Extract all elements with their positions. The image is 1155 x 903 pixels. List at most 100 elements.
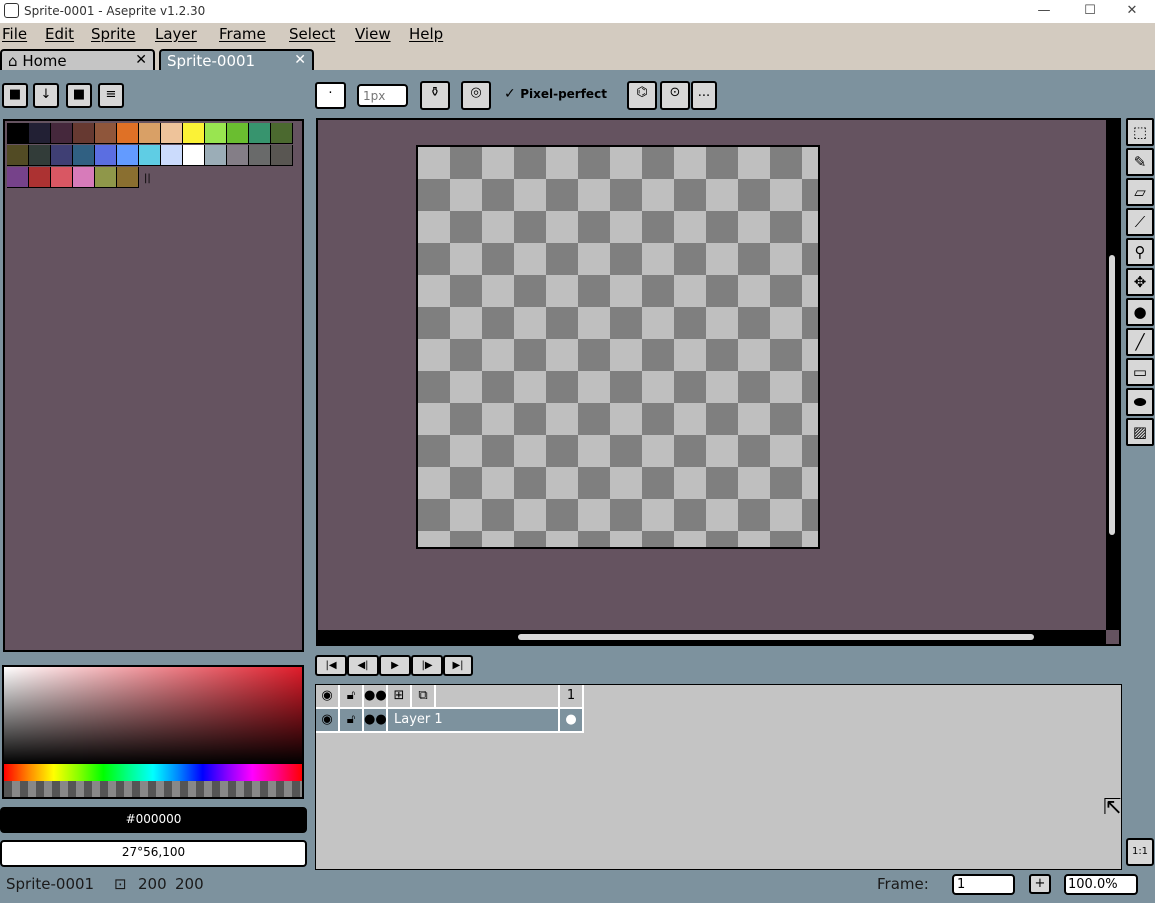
palette-swatch[interactable] [205, 123, 227, 144]
palette-menu-button[interactable]: ≡ [98, 83, 124, 108]
canvas-editor[interactable] [316, 118, 1121, 646]
zoom-input[interactable]: 100.0% [1064, 874, 1138, 895]
palette-swatch[interactable] [7, 167, 29, 188]
background-color-hsv[interactable]: 27°56,100 [0, 840, 307, 867]
palette-swatch[interactable] [73, 167, 95, 188]
palette-swatch[interactable] [227, 123, 249, 144]
palette-swatch[interactable] [183, 145, 205, 166]
palette-swatch[interactable] [117, 145, 139, 166]
close-window-button[interactable]: ✕ [1109, 0, 1155, 23]
palette-sort-button[interactable]: ↓ [33, 83, 59, 108]
tab-sprite[interactable]: Sprite-0001 ✕ [159, 49, 314, 71]
cel-frame-1[interactable]: ● [560, 709, 584, 733]
tab-home[interactable]: ⌂ Home ✕ [0, 49, 155, 71]
previous-frame-button[interactable]: ◀| [347, 655, 379, 676]
more-options-button[interactable]: ... [691, 81, 717, 110]
frame-input[interactable]: 1 [952, 874, 1015, 895]
palette-resize-handle[interactable]: || [144, 173, 151, 184]
layer-visibility-toggle[interactable]: ◉ [316, 709, 340, 733]
frame-header[interactable]: 1 [560, 685, 584, 709]
last-frame-button[interactable]: ▶| [443, 655, 473, 676]
palette-save-button[interactable]: ■ [66, 83, 92, 108]
layers-header[interactable]: ⊞ [388, 685, 412, 709]
zoom-icon[interactable]: ⚲ [1126, 238, 1154, 266]
palette-swatch[interactable] [95, 123, 117, 144]
layer-continuous-toggle[interactable]: ●● [364, 709, 388, 733]
brush-type-button[interactable]: · [315, 82, 346, 109]
palette-swatch[interactable] [271, 123, 293, 144]
palette-swatch[interactable] [161, 145, 183, 166]
palette-swatch[interactable] [7, 145, 29, 166]
alpha-slider[interactable] [4, 781, 302, 797]
palette-swatch[interactable] [205, 145, 227, 166]
lock-header[interactable]: 🔓︎ [340, 685, 364, 709]
menu-sprite[interactable]: Sprite [91, 25, 136, 43]
tab-sprite-close-icon[interactable]: ✕ [294, 52, 306, 68]
palette-swatch[interactable] [139, 145, 161, 166]
vertical-scroll-thumb[interactable] [1109, 255, 1115, 535]
maximize-button[interactable]: ☐ [1067, 0, 1113, 23]
menu-help[interactable]: Help [409, 25, 443, 43]
eyedropper-icon[interactable]: ⟋ [1126, 208, 1154, 236]
menu-select[interactable]: Select [289, 25, 335, 43]
palette-swatch[interactable] [271, 145, 293, 166]
palette-lock-button[interactable]: ■ [2, 83, 28, 108]
palette-swatch[interactable] [73, 123, 95, 144]
palette-swatch[interactable] [51, 145, 73, 166]
play-button[interactable]: ▶ [379, 655, 411, 676]
menu-layer[interactable]: Layer [155, 25, 197, 43]
line-icon[interactable]: ╱ [1126, 328, 1154, 356]
menu-edit[interactable]: Edit [45, 25, 74, 43]
pixel-perfect-checkbox[interactable]: ✓ Pixel-perfect [504, 86, 607, 102]
eraser-icon[interactable]: ▱ [1126, 178, 1154, 206]
palette-swatch[interactable] [95, 167, 117, 188]
horizontal-scrollbar[interactable] [318, 630, 1106, 644]
first-frame-button[interactable]: |◀ [315, 655, 347, 676]
layer-name[interactable]: Layer 1 [388, 709, 560, 733]
contour-icon[interactable]: ⬬ [1126, 388, 1154, 416]
palette-swatch[interactable] [249, 123, 271, 144]
onion-skin-button[interactable]: ⧉ [412, 685, 436, 709]
menu-view[interactable]: View [355, 25, 391, 43]
rectangular-marquee-icon[interactable]: ⬚ [1126, 118, 1154, 146]
ink-type-button[interactable]: ⚱ [420, 81, 450, 110]
menu-frame[interactable]: Frame [219, 25, 266, 43]
move-icon[interactable]: ✥ [1126, 268, 1154, 296]
foreground-color-hex[interactable]: #000000 [0, 807, 307, 833]
palette-swatch[interactable] [29, 145, 51, 166]
palette-swatch[interactable] [227, 145, 249, 166]
horizontal-scroll-thumb[interactable] [518, 634, 1034, 640]
continuous-header[interactable]: ●● [364, 685, 388, 709]
brush-size-input[interactable] [357, 84, 408, 107]
palette-swatch[interactable] [161, 123, 183, 144]
color-selector[interactable] [2, 665, 304, 799]
hue-slider[interactable] [4, 764, 302, 781]
tiled-mode-button[interactable]: ⊙ [660, 81, 690, 110]
palette-swatch[interactable] [29, 167, 51, 188]
pencil-icon[interactable]: ✎ [1126, 148, 1154, 176]
spray-button[interactable]: ◎ [461, 81, 491, 110]
minimize-button[interactable]: — [1021, 0, 1067, 23]
palette-swatch[interactable] [117, 167, 139, 188]
vertical-scrollbar[interactable] [1106, 120, 1119, 630]
palette-swatch[interactable] [51, 123, 73, 144]
palette-swatch[interactable] [73, 145, 95, 166]
color-shade-area[interactable] [4, 667, 302, 764]
paint-bucket-icon[interactable]: ● [1126, 298, 1154, 326]
palette-swatch[interactable] [117, 123, 139, 144]
zoom-reset-button[interactable]: 1:1 [1126, 838, 1154, 866]
palette-swatch[interactable] [95, 145, 117, 166]
palette-swatch[interactable] [29, 123, 51, 144]
layer-lock-toggle[interactable]: 🔓︎ [340, 709, 364, 733]
palette-swatch[interactable] [139, 123, 161, 144]
palette-swatch[interactable] [183, 123, 205, 144]
symmetry-button[interactable]: ⌬ [627, 81, 657, 110]
next-frame-button[interactable]: |▶ [411, 655, 443, 676]
palette-swatch[interactable] [249, 145, 271, 166]
menu-file[interactable]: File [2, 25, 27, 43]
rectangle-icon[interactable]: ▭ [1126, 358, 1154, 386]
tab-home-close-icon[interactable]: ✕ [135, 52, 147, 68]
add-frame-button[interactable]: + [1029, 874, 1051, 894]
visibility-header[interactable]: ◉ [316, 685, 340, 709]
sprite-canvas[interactable] [416, 145, 820, 549]
